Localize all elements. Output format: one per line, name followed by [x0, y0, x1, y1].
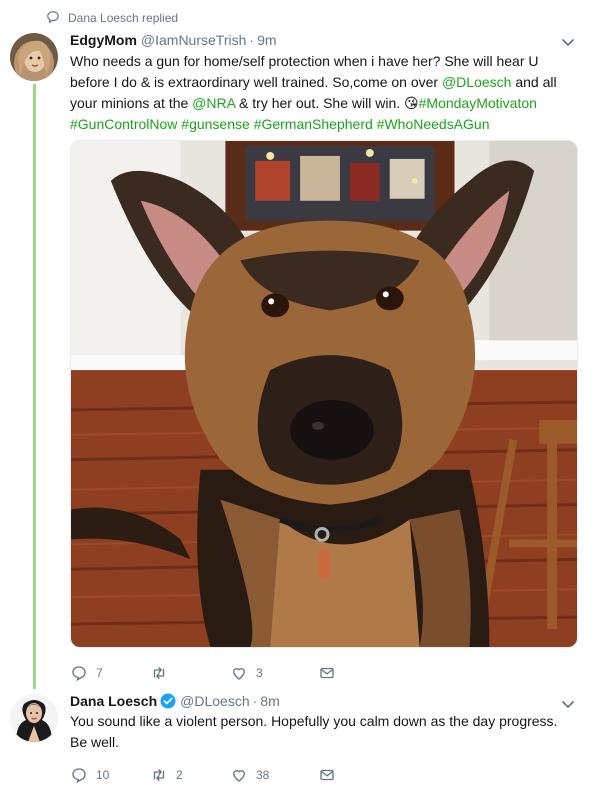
tweet2-actions: 10 2 38 [70, 766, 336, 784]
tweet1-text-segment: & try her out. She will win. [235, 95, 405, 111]
avatar-edgymom[interactable] [10, 33, 58, 81]
tweet1-caret-down-icon[interactable] [560, 34, 576, 50]
hashtag-gunsense[interactable]: #gunsense [181, 116, 250, 132]
reply-indicator-icon [46, 10, 60, 27]
tweet1-reply-button[interactable]: 7 [70, 664, 150, 682]
tweet1-like-button[interactable]: 3 [230, 664, 318, 682]
tweet1-text: Who needs a gun for home/self protection… [70, 51, 578, 135]
tweet1-reply-count: 7 [96, 666, 103, 680]
hashtag-whoneedsagun[interactable]: #WhoNeedsAGun [377, 116, 490, 132]
tweet1-like-count: 3 [256, 666, 263, 680]
tweet2-header: Dana Loesch @DLoesch · 8m [70, 692, 280, 710]
separator-dot: · [252, 693, 258, 709]
retweet-icon [150, 766, 168, 784]
separator-dot: · [249, 32, 255, 48]
reply-icon [70, 664, 88, 682]
mention-nra[interactable]: @NRA [192, 95, 235, 111]
tweet1-header: EdgyMom @IamNurseTrish · 9m [70, 31, 277, 49]
hashtag-germanshepherd[interactable]: #GermanShepherd [254, 116, 373, 132]
tweet2-timestamp[interactable]: 8m [260, 693, 279, 709]
tweet2-author-handle[interactable]: @DLoesch [180, 693, 249, 709]
like-icon [230, 766, 248, 784]
tweet1-author-name[interactable]: EdgyMom [70, 32, 137, 48]
tweet2-text: You sound like a violent person. Hopeful… [70, 713, 558, 750]
reply-icon [70, 766, 88, 784]
retweet-icon [150, 664, 168, 682]
reply-context: Dana Loesch replied [46, 10, 178, 26]
dm-icon [318, 766, 336, 784]
hashtag-guncontrolnow[interactable]: #GunControlNow [70, 116, 177, 132]
tweet1-timestamp[interactable]: 9m [257, 32, 276, 48]
avatar-dana-loesch[interactable] [10, 694, 58, 742]
tweet1-dm-button[interactable] [318, 664, 336, 682]
verified-badge-icon [160, 693, 176, 709]
tweet1-author-handle[interactable]: @IamNurseTrish [141, 32, 247, 48]
tweet2-reply-button[interactable]: 10 [70, 766, 150, 784]
mention-dloesch[interactable]: @DLoesch [442, 74, 511, 90]
tweet2-like-button[interactable]: 38 [230, 766, 318, 784]
tweet2-retweet-count: 2 [176, 768, 183, 782]
tweet2-retweet-button[interactable]: 2 [150, 766, 230, 784]
thread-line [33, 84, 36, 689]
dm-icon [318, 664, 336, 682]
tweet1-actions: 7 3 [70, 664, 336, 682]
tweet1-photo-german-shepherd[interactable] [70, 140, 578, 648]
kiss-emoji-icon: 😘 [404, 95, 419, 111]
tweet1-retweet-button[interactable] [150, 664, 230, 682]
tweet2-caret-down-icon[interactable] [560, 696, 576, 712]
tweet2-like-count: 38 [256, 768, 270, 782]
hashtag-mondaymotivaton[interactable]: #MondayMotivaton [419, 95, 537, 111]
like-icon [230, 664, 248, 682]
reply-context-text: Dana Loesch replied [68, 11, 179, 25]
tweet2-author-name[interactable]: Dana Loesch [70, 693, 157, 709]
tweet2-dm-button[interactable] [318, 766, 336, 784]
tweet2-reply-count: 10 [96, 768, 110, 782]
